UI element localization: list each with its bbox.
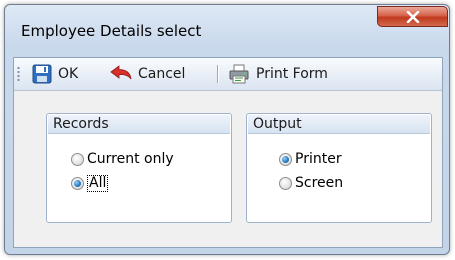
close-button[interactable] [377, 6, 448, 27]
radio-button-screen[interactable] [279, 176, 292, 190]
radio-label-current-only: Current only [87, 151, 174, 167]
ok-button[interactable]: OK [32, 63, 78, 85]
toolbar-separator [217, 65, 218, 83]
radio-all[interactable]: All [71, 175, 109, 192]
floppy-disk-icon [32, 64, 52, 84]
radio-current-only[interactable]: Current only [71, 151, 174, 167]
toolbar-grip[interactable] [17, 66, 20, 82]
radio-button-all[interactable] [71, 177, 84, 190]
radio-label-all: All [87, 175, 109, 192]
toolbar: OK Cancel Print Form [14, 58, 442, 91]
output-group: Output Printer Screen [246, 113, 432, 223]
print-form-button[interactable]: Print Form [228, 63, 328, 85]
radio-button-printer[interactable] [279, 152, 292, 166]
radio-label-printer: Printer [295, 151, 342, 167]
cancel-label: Cancel [138, 66, 186, 82]
output-group-header: Output [248, 115, 430, 134]
cancel-button[interactable]: Cancel [110, 63, 185, 85]
dialog-body: OK Cancel Print Form Records Current onl… [13, 57, 443, 248]
radio-printer[interactable]: Printer [279, 151, 342, 167]
print-form-label: Print Form [256, 66, 328, 82]
records-group: Records Current only All [46, 113, 232, 223]
window-title: Employee Details select [21, 22, 202, 40]
printer-icon [228, 64, 250, 84]
close-x-icon [406, 10, 420, 23]
records-group-header: Records [48, 115, 230, 134]
ok-label: OK [58, 66, 79, 82]
radio-button-current-only[interactable] [71, 152, 84, 166]
dialog-window: Employee Details select OK Cancel Print … [4, 4, 450, 255]
radio-screen[interactable]: Screen [279, 175, 343, 191]
radio-label-screen: Screen [295, 175, 344, 191]
undo-arrow-icon [110, 65, 132, 83]
